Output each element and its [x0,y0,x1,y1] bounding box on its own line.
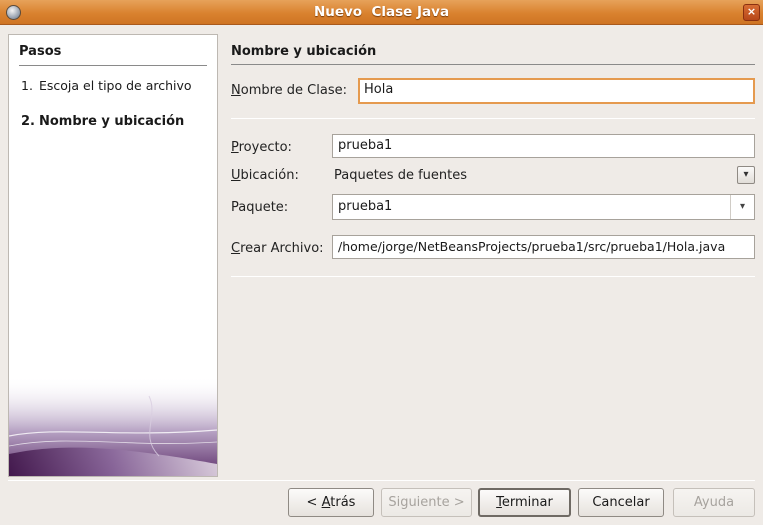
step-label: Nombre y ubicación [39,114,185,129]
created-file-label: Crear Archivo: [231,241,324,256]
title-bar: Nuevo Clase Java × [0,0,763,25]
created-file-path: /home/jorge/NetBeansProjects/prueba1/src… [338,239,726,254]
location-dropdown-button[interactable]: ▾ [737,166,755,184]
project-field: prueba1 [332,134,755,158]
wizard-decoration-graphic [9,376,217,476]
window-title: Nuevo Clase Java [313,4,450,20]
location-value: Paquetes de fuentes [334,168,468,183]
package-value: prueba1 [338,199,393,214]
close-icon[interactable]: × [743,4,760,21]
created-file-field: /home/jorge/NetBeansProjects/prueba1/src… [332,235,755,259]
content-divider [231,64,755,65]
steps-heading: Pasos [19,44,62,59]
help-button[interactable]: Ayuda [673,488,755,517]
content-heading: Nombre y ubicación [231,44,377,59]
package-combobox[interactable]: prueba1 ▾ [332,194,755,220]
class-name-label: Nombre de Clase: [231,83,347,98]
next-button[interactable]: Siguiente > [381,488,472,517]
step-number: 2. [21,114,35,129]
finish-button[interactable]: Terminar [478,488,571,517]
step-label: Escoja el tipo de archivo [39,78,192,93]
package-label: Paquete: [231,200,289,215]
steps-divider [19,65,207,66]
section-divider [231,118,755,119]
step-number: 1. [21,78,33,93]
chevron-down-icon: ▾ [743,169,749,180]
steps-panel: Pasos 1. Escoja el tipo de archivo 2. No… [8,34,218,477]
cancel-button[interactable]: Cancelar [578,488,664,517]
class-name-input[interactable]: Hola [358,78,755,104]
project-label: Proyecto: [231,140,292,155]
section-divider [231,276,755,277]
location-label: Ubicación: [231,168,299,183]
footer-divider [8,480,755,481]
chevron-down-icon[interactable]: ▾ [730,195,754,219]
back-button[interactable]: < Atrás [288,488,374,517]
